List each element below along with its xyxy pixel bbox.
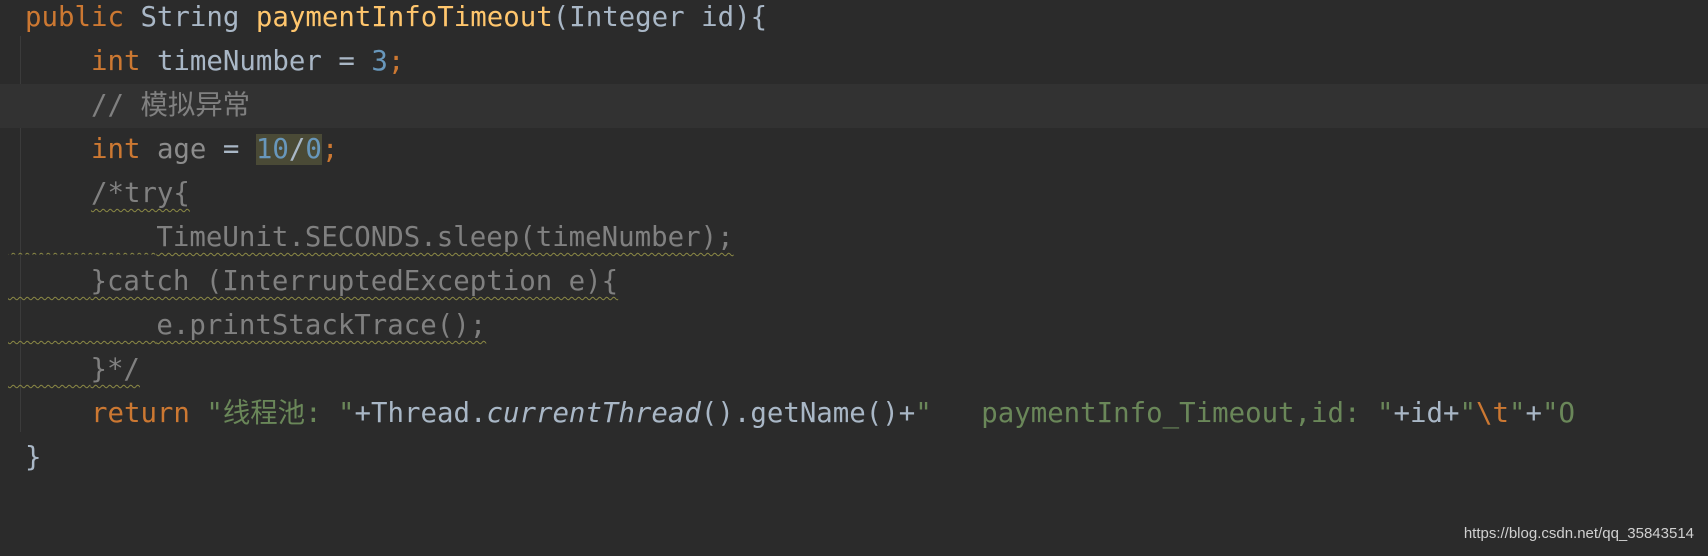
code-token: 10 [255,134,289,165]
code-token: 3 [371,46,388,77]
code-token: = [206,134,256,165]
code-token: +Thread. [354,398,487,429]
code-token: timeNumber = [156,46,372,77]
code-editor[interactable]: public String paymentInfoTimeout(Integer… [0,0,1708,480]
code-token: + [1525,398,1542,429]
code-token: int [90,46,157,77]
code-line[interactable]: public String paymentInfoTimeout(Integer… [0,0,1708,40]
code-token: TimeUnit.SECONDS.sleep(timeNumber); [156,222,734,253]
code-token: currentThread [486,398,701,429]
code-token: " paymentInfo_Timeout,id: " [915,398,1394,429]
code-line[interactable]: return "线程池: "+Thread.currentThread().ge… [0,392,1708,436]
code-token: age [156,134,207,165]
code-line[interactable]: int timeNumber = 3; [0,40,1708,84]
code-token: " [1508,398,1526,429]
code-token: ; [387,46,405,77]
code-line[interactable]: int age = 10/0; [0,128,1708,172]
code-token: paymentInfoTimeout [255,2,553,33]
code-token: " [1459,398,1476,429]
code-line[interactable]: }catch (InterruptedException e){ [0,260,1708,304]
code-token: "线程池: " [206,398,355,429]
code-line[interactable]: e.printStackTrace(); [0,304,1708,348]
code-token: \t [1475,398,1509,429]
code-line[interactable]: } [0,436,1708,480]
code-token: }catch (InterruptedException e){ [90,266,619,297]
code-token: / [288,134,306,165]
code-token: }*/ [90,354,140,385]
code-token: ; [321,134,339,165]
code-token: +id+ [1393,398,1460,429]
code-token: /*try{ [90,178,190,209]
code-line[interactable]: /*try{ [0,172,1708,216]
code-line[interactable]: }*/ [0,348,1708,392]
code-token: return [90,398,207,429]
code-token: (Integer id){ [552,2,768,33]
code-token: ().getName()+ [700,398,916,429]
code-token: String [140,2,256,33]
code-token: "O [1541,398,1575,429]
code-token: e.printStackTrace(); [156,310,487,341]
code-line[interactable]: TimeUnit.SECONDS.sleep(timeNumber); [0,216,1708,260]
code-token: public [25,2,141,33]
code-token: // 模拟异常 [90,90,251,121]
code-token: int [90,134,157,165]
watermark: https://blog.csdn.net/qq_35843514 [1463,525,1694,542]
code-token: 0 [305,134,322,165]
code-token: } [25,442,42,473]
code-line[interactable]: // 模拟异常 [0,84,1708,128]
